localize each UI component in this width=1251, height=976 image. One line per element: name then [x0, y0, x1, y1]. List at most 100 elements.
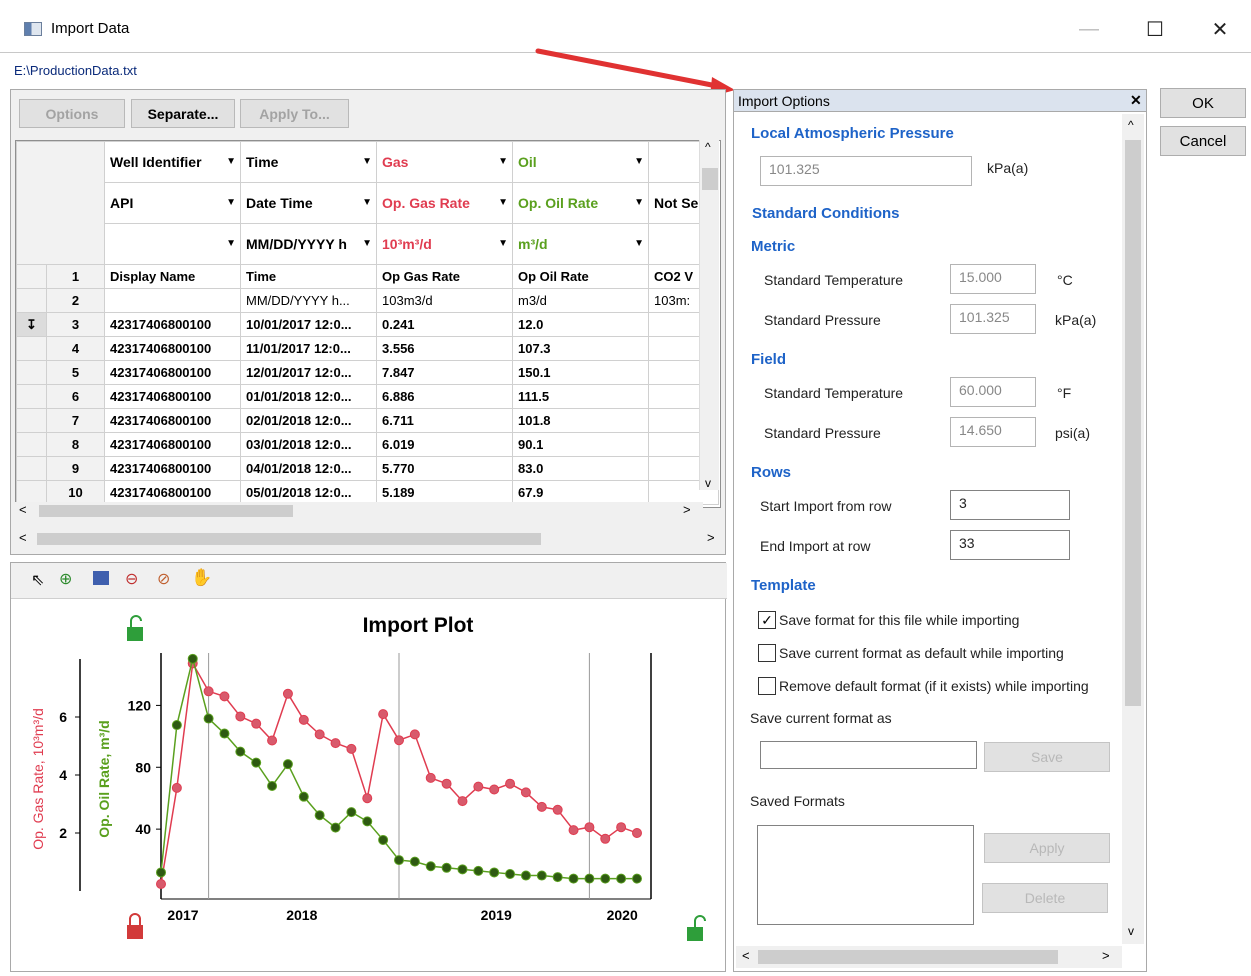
table-row[interactable]: 7 42317406800100 02/01/2018 12:0... 6.711 10…: [16, 408, 719, 433]
row-selector[interactable]: [16, 408, 47, 433]
row-selector[interactable]: [16, 264, 47, 289]
grid-horizontal-scrollbar[interactable]: < >: [15, 502, 703, 520]
delete-button[interactable]: Delete: [982, 883, 1108, 913]
pointer-icon[interactable]: ⇖: [31, 570, 44, 590]
row-selector[interactable]: [16, 360, 47, 385]
row-selector[interactable]: [16, 288, 47, 313]
table-cell[interactable]: 04/01/2018 12:0...: [240, 456, 377, 481]
table-cell[interactable]: 3.556: [376, 336, 513, 361]
col-type-select[interactable]: Gas ▼: [376, 141, 513, 183]
table-cell[interactable]: 01/01/2018 12:0...: [240, 384, 377, 409]
table-cell[interactable]: 5.770: [376, 456, 513, 481]
pane-horizontal-scrollbar[interactable]: < >: [15, 530, 723, 548]
table-row[interactable]: 6 42317406800100 01/01/2018 12:0... 6.886 11…: [16, 384, 719, 409]
col-subtype-select[interactable]: Op. Oil Rate ▼: [512, 182, 649, 224]
table-cell[interactable]: Time: [240, 264, 377, 289]
table-cell[interactable]: 103m3/d: [376, 288, 513, 313]
table-cell[interactable]: Op Oil Rate: [512, 264, 649, 289]
field-temp-input[interactable]: 60.000: [950, 377, 1036, 407]
table-cell[interactable]: 6.886: [376, 384, 513, 409]
table-cell[interactable]: 02/01/2018 12:0...: [240, 408, 377, 433]
col-type-select[interactable]: Well Identifier ▼: [104, 141, 241, 183]
table-cell[interactable]: 7.847: [376, 360, 513, 385]
table-row[interactable]: 5 42317406800100 12/01/2017 12:0... 7.847 15…: [16, 360, 719, 385]
table-row[interactable]: 8 42317406800100 03/01/2018 12:0... 6.019 90…: [16, 432, 719, 457]
save-format-checkbox[interactable]: ✓: [758, 611, 776, 629]
start-row-input[interactable]: 3: [950, 490, 1070, 520]
metric-temp-input[interactable]: 15.000: [950, 264, 1036, 294]
table-cell[interactable]: 42317406800100: [104, 384, 241, 409]
zoom-reset-icon[interactable]: ⊘: [157, 569, 170, 589]
table-cell[interactable]: 05/01/2018 12:0...: [240, 480, 377, 505]
col-subtype-select[interactable]: Op. Gas Rate ▼: [376, 182, 513, 224]
table-cell[interactable]: 90.1: [512, 432, 649, 457]
col-subtype-select[interactable]: API ▼: [104, 182, 241, 224]
lock-icon[interactable]: [687, 915, 706, 941]
row-selector[interactable]: [16, 456, 47, 481]
saved-formats-list[interactable]: [757, 825, 974, 925]
close-button[interactable]: ✕: [1197, 12, 1243, 46]
table-row[interactable]: 4 42317406800100 11/01/2017 12:0... 3.556 10…: [16, 336, 719, 361]
end-row-input[interactable]: 33: [950, 530, 1070, 560]
table-cell[interactable]: 42317406800100: [104, 360, 241, 385]
table-cell[interactable]: 150.1: [512, 360, 649, 385]
table-cell[interactable]: m3/d: [512, 288, 649, 313]
lock-icon[interactable]: [127, 913, 143, 939]
grid-vertical-scrollbar[interactable]: ^ v: [699, 140, 719, 490]
table-cell[interactable]: 03/01/2018 12:0...: [240, 432, 377, 457]
table-cell[interactable]: 107.3: [512, 336, 649, 361]
table-cell[interactable]: [104, 288, 241, 313]
table-cell[interactable]: 6.019: [376, 432, 513, 457]
col-subtype-select[interactable]: Date Time ▼: [240, 182, 377, 224]
save-default-checkbox[interactable]: [758, 644, 776, 662]
cancel-button[interactable]: Cancel: [1160, 126, 1246, 156]
table-cell[interactable]: Display Name: [104, 264, 241, 289]
col-type-select[interactable]: Oil ▼: [512, 141, 649, 183]
options-horizontal-scrollbar[interactable]: < >: [736, 946, 1122, 968]
close-icon[interactable]: ✕: [1130, 92, 1142, 109]
maximize-button[interactable]: ☐: [1132, 12, 1178, 46]
table-cell[interactable]: 0.241: [376, 312, 513, 337]
col-unit-select[interactable]: MM/DD/YYYY h ▼: [240, 223, 377, 265]
table-cell[interactable]: 67.9: [512, 480, 649, 505]
field-pres-input[interactable]: 14.650: [950, 417, 1036, 447]
row-selector[interactable]: [16, 384, 47, 409]
table-cell[interactable]: 42317406800100: [104, 456, 241, 481]
zoom-box-icon[interactable]: [93, 571, 109, 585]
table-row[interactable]: 2 MM/DD/YYYY h... 103m3/d m3/d 103m:: [16, 288, 719, 313]
ok-button[interactable]: OK: [1160, 88, 1246, 118]
save-as-input[interactable]: [760, 741, 977, 769]
table-cell[interactable]: 42317406800100: [104, 336, 241, 361]
table-cell[interactable]: 101.8: [512, 408, 649, 433]
row-selector[interactable]: ↧: [16, 312, 47, 337]
table-cell[interactable]: 6.711: [376, 408, 513, 433]
table-cell[interactable]: 111.5: [512, 384, 649, 409]
options-vertical-scrollbar[interactable]: ^ v: [1122, 114, 1144, 944]
pan-hand-icon[interactable]: ✋: [191, 568, 212, 588]
table-row[interactable]: 10 42317406800100 05/01/2018 12:0... 5.189 6…: [16, 480, 719, 505]
table-row[interactable]: 1 Display Name Time Op Gas Rate Op Oil Rate C…: [16, 264, 719, 289]
table-cell[interactable]: 12/01/2017 12:0...: [240, 360, 377, 385]
col-unit-select[interactable]: 10³m³/d ▼: [376, 223, 513, 265]
apply-to-button[interactable]: Apply To...: [240, 99, 349, 128]
table-cell[interactable]: 42317406800100: [104, 480, 241, 505]
save-button[interactable]: Save: [984, 742, 1110, 772]
table-cell[interactable]: 42317406800100: [104, 312, 241, 337]
col-unit-select[interactable]: m³/d ▼: [512, 223, 649, 265]
row-selector[interactable]: [16, 480, 47, 505]
table-cell[interactable]: 12.0: [512, 312, 649, 337]
lock-icon[interactable]: [127, 615, 143, 641]
zoom-out-icon[interactable]: ⊖: [125, 569, 138, 589]
table-cell[interactable]: 42317406800100: [104, 408, 241, 433]
col-type-select[interactable]: Time ▼: [240, 141, 377, 183]
table-cell[interactable]: Op Gas Rate: [376, 264, 513, 289]
table-row[interactable]: ↧ 3 42317406800100 10/01/2017 12:0... 0.241 1…: [16, 312, 719, 337]
table-cell[interactable]: 5.189: [376, 480, 513, 505]
local-atm-input[interactable]: 101.325: [760, 156, 972, 186]
zoom-in-icon[interactable]: ⊕: [59, 569, 72, 589]
row-selector[interactable]: [16, 336, 47, 361]
apply-button[interactable]: Apply: [984, 833, 1110, 863]
col-unit-select[interactable]: ▼: [104, 223, 241, 265]
minimize-button[interactable]: —: [1066, 12, 1112, 46]
table-cell[interactable]: 83.0: [512, 456, 649, 481]
